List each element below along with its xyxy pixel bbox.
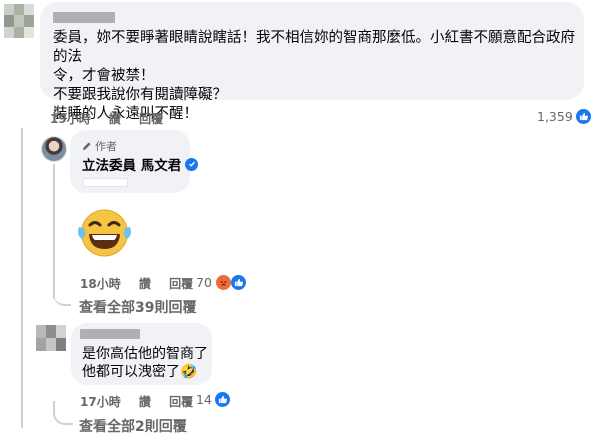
- comment-actions: 19小時 讚 回覆: [50, 110, 177, 127]
- pencil-icon: [83, 142, 91, 150]
- author-subtitle-blurred: [83, 178, 128, 187]
- author-avatar[interactable]: [41, 136, 67, 162]
- author-tag: 作者: [82, 138, 117, 154]
- author-reply-bubble: 作者 立法委員 馬文君: [70, 130, 199, 193]
- commenter2-name-blurred[interactable]: [80, 329, 140, 339]
- author-reaction-summary[interactable]: 70: [196, 274, 246, 291]
- author-like-reaction-icon: [230, 275, 246, 290]
- thread-connector: [53, 288, 71, 306]
- author-reply-button[interactable]: 回覆: [169, 277, 193, 291]
- comment2-reply-button[interactable]: 回覆: [169, 395, 193, 409]
- like-button[interactable]: 讚: [109, 112, 121, 126]
- like-reaction-icon: [575, 109, 591, 124]
- author-reply-time[interactable]: 18小時: [80, 277, 121, 291]
- commenter-name-blurred[interactable]: [53, 12, 115, 23]
- author-name[interactable]: 立法委員 馬文君: [82, 154, 181, 174]
- commenter2-avatar[interactable]: [36, 325, 66, 351]
- comment2-bubble: 是你高估他的智商了 他都可以洩密了🤣: [71, 323, 212, 385]
- thread-connector-2: [53, 401, 73, 425]
- comment2-reaction-summary[interactable]: 14: [196, 392, 230, 407]
- thread-line: [21, 128, 23, 428]
- verified-badge-icon: [185, 157, 199, 171]
- author-name-row[interactable]: 立法委員 馬文君: [82, 154, 199, 174]
- author-reply-actions: 18小時 讚 回覆: [80, 275, 207, 292]
- comment2-reaction-count: 14: [196, 392, 212, 407]
- reaction-summary[interactable]: 1,359: [537, 109, 591, 124]
- view-all-replies-link-2[interactable]: 查看全部2則回覆: [79, 416, 187, 436]
- reaction-count: 1,359: [537, 109, 573, 124]
- commenter-avatar[interactable]: [4, 4, 34, 38]
- reply-button[interactable]: 回覆: [139, 112, 163, 126]
- laughing-emoji-sticker: [76, 207, 133, 259]
- author-reaction-count: 70: [196, 275, 212, 290]
- comment2-actions: 17小時 讚 回覆: [80, 393, 207, 410]
- view-all-replies-link[interactable]: 查看全部39則回覆: [79, 297, 196, 317]
- comment2-text: 是你高估他的智商了 他都可以洩密了🤣: [82, 346, 208, 380]
- comment2-time[interactable]: 17小時: [80, 395, 121, 409]
- comment2-like-reaction-icon: [214, 392, 230, 407]
- angry-reaction-icon: [214, 274, 232, 291]
- author-like-button[interactable]: 讚: [139, 277, 151, 291]
- comment-time[interactable]: 19小時: [50, 112, 91, 126]
- thread-line-inner: [53, 164, 55, 299]
- comment2-like-button[interactable]: 讚: [139, 395, 151, 409]
- comment-bubble: 委員，妳不要睜著眼睛說瞎話！我不相信妳的智商那麼低。小紅書不願意配合政府的法 令…: [40, 2, 584, 122]
